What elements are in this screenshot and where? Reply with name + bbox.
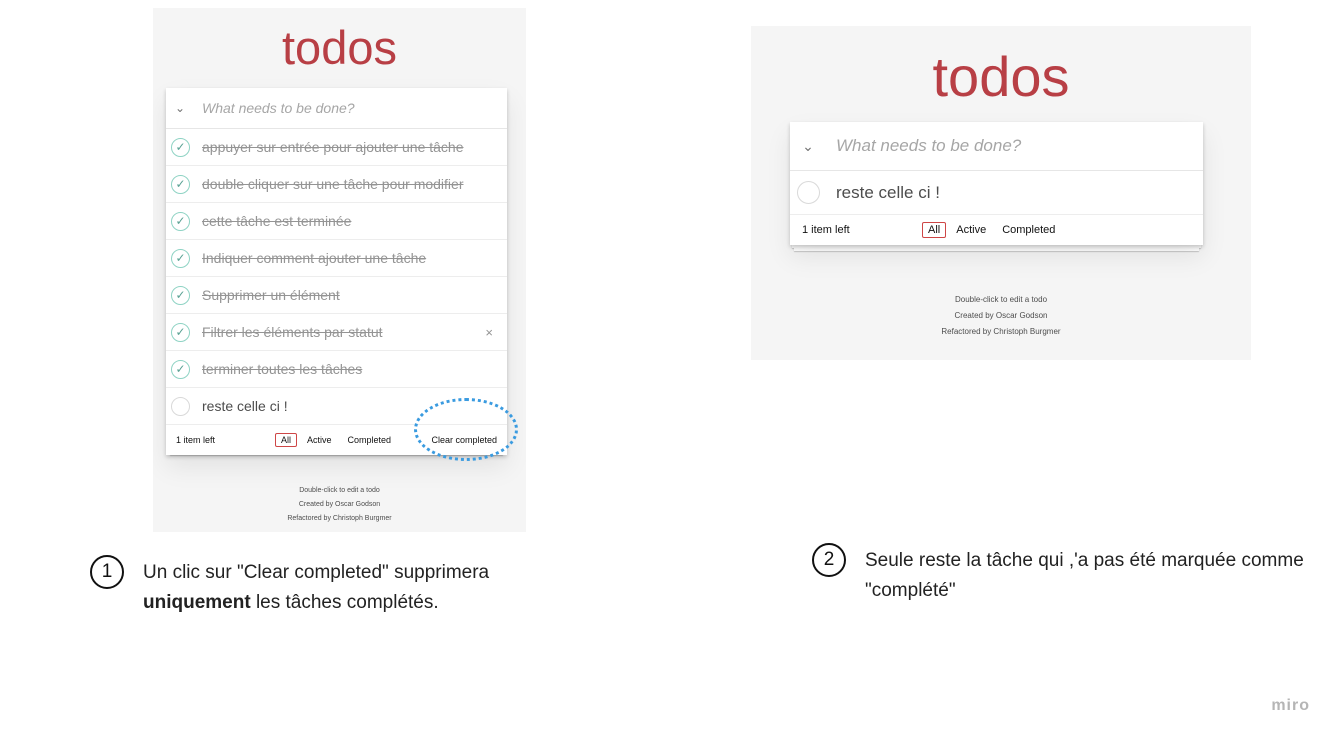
screenshot-after: todos ⌄ What needs to be done? reste cel… (751, 26, 1251, 360)
caption-text-part: les tâches complétés. (250, 592, 439, 613)
todo-footer: 1 item left All Active Completed (790, 215, 1203, 245)
todo-label[interactable]: terminer toutes les tâches (190, 361, 362, 377)
todo-label[interactable]: appuyer sur entrée pour ajouter une tâch… (190, 139, 464, 155)
todo-item: ✓ double cliquer sur une tâche pour modi… (166, 166, 507, 203)
check-icon[interactable]: ✓ (171, 285, 190, 305)
filter-tabs: All Active Completed (275, 433, 401, 447)
todo-label[interactable]: reste celle ci ! (190, 398, 288, 414)
info-line: Created by Oscar Godson (954, 311, 1048, 320)
new-todo-input[interactable]: What needs to be done? (194, 100, 355, 116)
chevron-down-icon[interactable]: ⌄ (790, 138, 826, 155)
check-icon[interactable]: ✓ (171, 322, 190, 342)
caption-step-1: 1 Un clic sur "Clear completed" supprime… (90, 555, 560, 618)
new-todo-row: ⌄ What needs to be done? (790, 122, 1203, 171)
todo-item: ✓ Filtrer les éléments par statut × (166, 314, 507, 351)
info-footer: Double-click to edit a todo Created by O… (751, 292, 1251, 340)
info-line: Created by Oscar Godson (298, 501, 381, 508)
filter-completed[interactable]: Completed (342, 433, 398, 447)
highlight-circle (414, 398, 518, 461)
check-icon[interactable]: ✓ (171, 137, 190, 157)
caption-text: Seule reste la tâche qui ,'a pas été mar… (865, 550, 1304, 601)
info-line: Refactored by Christoph Burgmer (287, 515, 392, 522)
todo-label[interactable]: Filtrer les éléments par statut (190, 324, 383, 340)
items-left-count: 1 item left (802, 224, 850, 236)
check-icon[interactable]: ✓ (171, 174, 190, 194)
info-line: Refactored by Christoph Burgmer (941, 327, 1061, 336)
app-title: todos (932, 45, 1070, 108)
todo-label[interactable]: Supprimer un élément (190, 287, 340, 303)
caption-step-2: 2 Seule reste la tâche qui ,'a pas été m… (812, 543, 1312, 606)
stack-shadow (794, 248, 1199, 251)
items-left-count: 1 item left (176, 435, 216, 445)
filter-active[interactable]: Active (950, 222, 992, 238)
todo-item: ✓ terminer toutes les tâches (166, 351, 507, 388)
app-title: todos (282, 21, 397, 74)
step-number: 2 (812, 543, 846, 577)
todo-item: reste celle ci ! (790, 171, 1203, 215)
chevron-down-icon[interactable]: ⌄ (166, 101, 194, 115)
miro-logo: miro (1271, 697, 1310, 714)
todo-label[interactable]: double cliquer sur une tâche pour modifi… (190, 176, 464, 192)
check-icon[interactable]: ✓ (171, 359, 190, 379)
filter-tabs: All Active Completed (922, 222, 1065, 238)
check-icon[interactable]: ✓ (171, 211, 190, 231)
step-number: 1 (90, 555, 124, 589)
info-line: Double-click to edit a todo (954, 295, 1048, 304)
todo-label[interactable]: reste celle ci ! (820, 183, 940, 203)
todo-item: ✓ Supprimer un élément (166, 277, 507, 314)
todo-item: ✓ appuyer sur entrée pour ajouter une tâ… (166, 129, 507, 166)
delete-icon[interactable]: × (485, 325, 493, 340)
caption-text: Un clic sur "Clear completed" supprimera… (124, 558, 560, 618)
info-line: Double-click to edit a todo (299, 487, 380, 494)
check-icon[interactable]: ✓ (171, 248, 190, 268)
new-todo-input[interactable]: What needs to be done? (826, 136, 1021, 156)
info-footer: Double-click to edit a todo Created by O… (153, 484, 526, 526)
filter-completed[interactable]: Completed (996, 222, 1061, 238)
caption-text-part: Un clic sur "Clear completed" supprimera (143, 562, 490, 583)
new-todo-row: ⌄ What needs to be done? (166, 88, 507, 129)
todo-item: ✓ cette tâche est terminée (166, 203, 507, 240)
filter-all[interactable]: All (922, 222, 947, 238)
todo-list: reste celle ci ! (790, 171, 1203, 215)
todo-list: ✓ appuyer sur entrée pour ajouter une tâ… (166, 129, 507, 425)
todo-label[interactable]: cette tâche est terminée (190, 213, 351, 229)
todo-label[interactable]: Indiquer comment ajouter une tâche (190, 250, 426, 266)
caption-bold-text: uniquement (143, 592, 251, 613)
filter-active[interactable]: Active (301, 433, 338, 447)
empty-check-icon[interactable] (171, 396, 190, 416)
empty-check-icon[interactable] (797, 181, 820, 204)
filter-all[interactable]: All (275, 433, 298, 447)
todo-item: ✓ Indiquer comment ajouter une tâche (166, 240, 507, 277)
todo-app: ⌄ What needs to be done? reste celle ci … (790, 122, 1203, 245)
